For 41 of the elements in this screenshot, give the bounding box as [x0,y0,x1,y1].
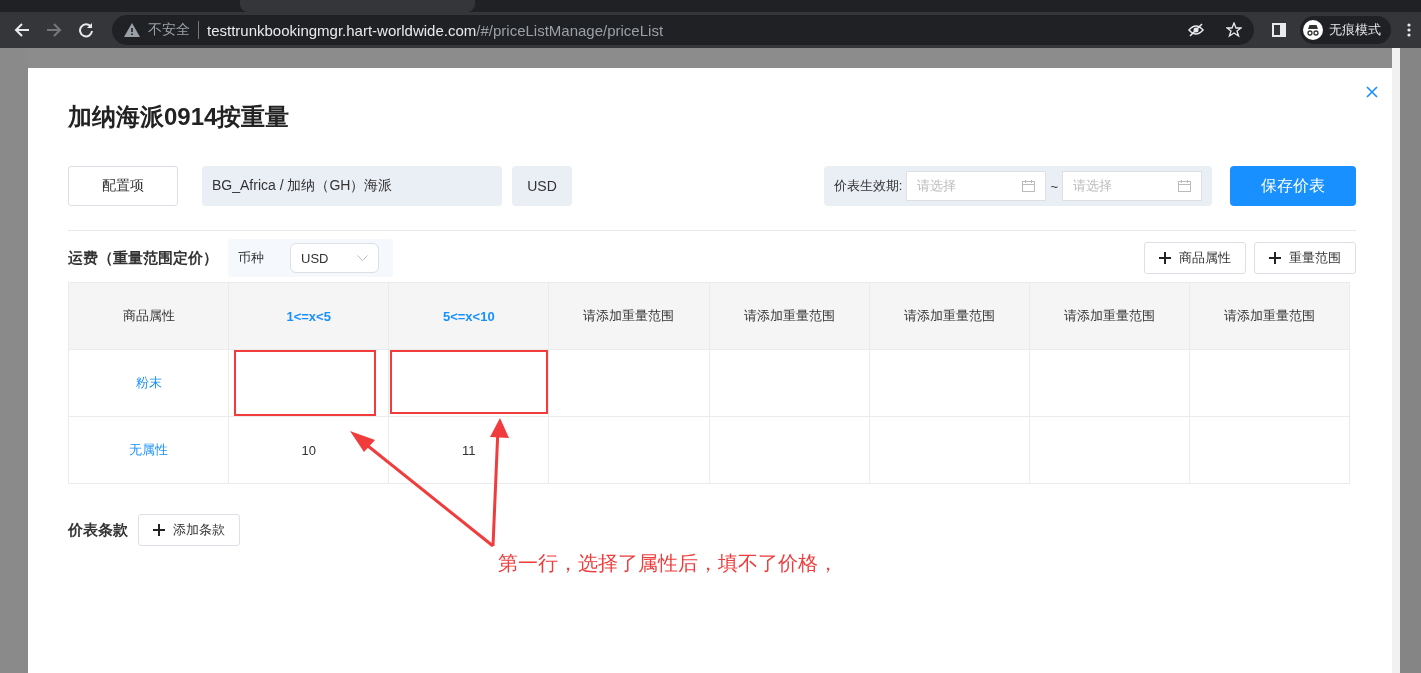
column-header: 请添加重量范围 [869,282,1030,350]
dialog-title: 加纳海派0914按重量 [68,102,291,132]
column-header: 5<=x<10 [388,282,549,350]
column-header: 1<=x<5 [228,282,389,350]
column-header: 商品属性 [68,282,229,350]
column-header: 请添加重量范围 [709,282,870,350]
add-terms-button[interactable]: 添加条款 [138,514,240,546]
incognito-profile-button[interactable]: 无痕模式 [1300,16,1391,44]
address-bar[interactable]: 不安全 testtrunkbookingmgr.hart-worldwide.com/#/priceListManage/priceList [112,15,1254,45]
star-icon[interactable] [1226,22,1242,38]
column-header: 请添加重量范围 [548,282,709,350]
price-cell[interactable] [548,349,709,417]
side-panel-icon[interactable] [1272,23,1286,37]
calendar-icon [1022,180,1036,192]
column-header: 请添加重量范围 [1029,282,1190,350]
add-button[interactable]: 商品属性 [1144,242,1246,274]
security-label: 不安全 [148,21,199,39]
calendar-icon [1178,180,1191,192]
warning-icon [124,23,140,37]
close-icon [1366,86,1378,98]
section-title: 价表条款 [68,520,128,540]
validity-label: 价表生效期: [833,177,903,195]
plus-icon [153,524,165,536]
scrollbar-track[interactable] [1392,48,1400,673]
plus-icon [1159,252,1171,264]
chevron-down-icon [357,255,368,261]
range-separator: ~ [1050,178,1058,194]
currency-select[interactable]: USD [290,243,379,273]
column-header: 请添加重量范围 [1189,282,1350,350]
add-button[interactable]: 重量范围 [1254,242,1356,274]
currency-label: 币种 [238,249,264,267]
section-title: 运费（重量范围定价） [68,248,218,268]
plus-icon [1269,252,1281,264]
url-text: testtrunkbookingmgr.hart-worldwide.com/#/priceListManage/priceList [207,21,664,39]
menu-icon[interactable] [1405,22,1413,38]
config-button[interactable]: 配置项 [68,166,178,206]
route-field: BG_Africa / 加纳（GH）海派 [202,166,502,206]
eye-slash-icon[interactable] [1188,23,1204,37]
annotation-text: 第一行，选择了属性后，填不了价格， [498,551,838,576]
incognito-icon [1303,20,1323,40]
currency-field: USD [512,166,572,206]
